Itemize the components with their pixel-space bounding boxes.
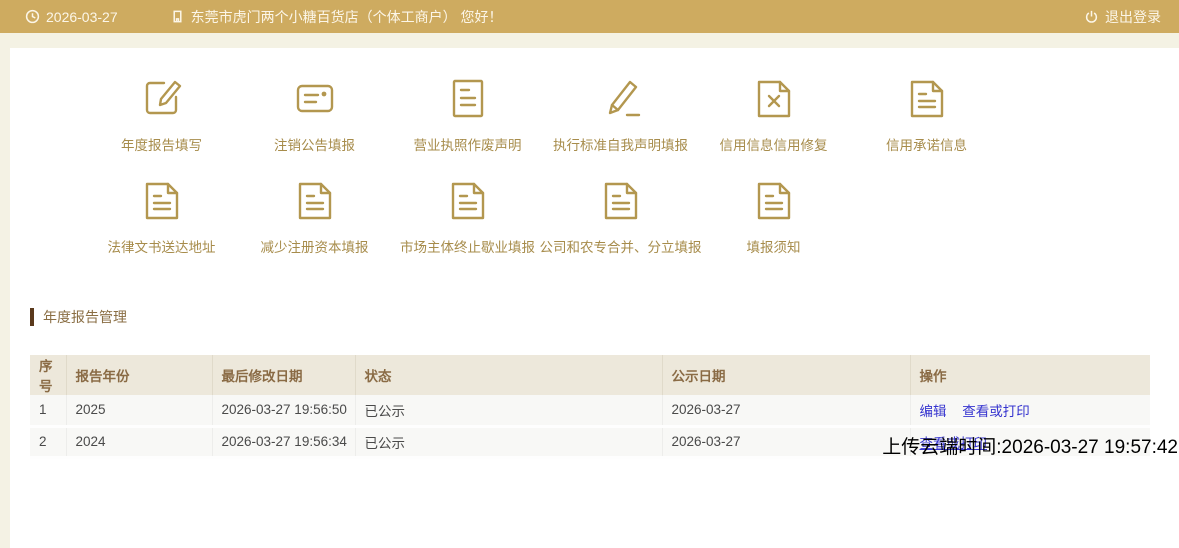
document-fold-lines-icon [903, 74, 951, 122]
menu-item-filing-instructions[interactable]: 填报须知 [697, 176, 850, 256]
menu-item-label: 减少注册资本填报 [260, 240, 369, 255]
menu-item-label: 营业执照作废声明 [413, 138, 522, 153]
document-fold-lines-icon [597, 176, 645, 224]
cell-status: 已公示 [354, 426, 662, 459]
menu-item-label: 信用信息信用修复 [719, 138, 828, 153]
header-seq: 序号 [30, 355, 66, 395]
cell-seq: 2 [30, 426, 66, 459]
company-greeting: 东莞市虎门两个小糖百货店（个体工商户） 您好！ [170, 7, 503, 27]
view-or-print-link[interactable]: 查看或打印 [962, 404, 1030, 419]
cell-last-modified: 2026-03-27 19:56:34 [211, 426, 355, 459]
building-icon [173, 10, 182, 23]
menu-item-label: 注销公告填报 [274, 138, 355, 153]
document-fold-lines-icon [750, 176, 798, 224]
document-x-icon [750, 74, 798, 122]
menu-item-credit-commitment[interactable]: 信用承诺信息 [850, 74, 1003, 154]
menu-item-label: 法律文书送达地址 [107, 240, 216, 255]
header-actions: 操作 [909, 355, 1150, 395]
pencil-icon [597, 74, 645, 122]
header-report-year: 报告年份 [65, 355, 212, 395]
menu-item-standard-self-declaration[interactable]: 执行标准自我声明填报 [544, 74, 697, 154]
menu-item-label: 年度报告填写 [121, 138, 202, 153]
menu-item-label: 执行标准自我声明填报 [553, 138, 688, 153]
menu-item-capital-reduction[interactable]: 减少注册资本填报 [238, 176, 391, 256]
upload-cloud-time-text: 上传云端时间:2026-03-27 19:57:42 [882, 437, 1178, 458]
menu-row-2: 法律文书送达地址 减少注册资本填报 市场主体终止歇业填报 公司和农专合并、分立填… [10, 154, 1179, 256]
logout-button[interactable]: 退出登录 [1084, 7, 1161, 27]
menu-item-merger-division[interactable]: 公司和农专合并、分立填报 [540, 176, 702, 256]
cell-report-year: 2025 [65, 395, 212, 428]
cell-publish-date: 2026-03-27 [661, 426, 910, 459]
top-bar: 2026-03-27 东莞市虎门两个小糖百货店（个体工商户） 您好！ 退出登录 [0, 0, 1179, 33]
announcement-card-icon [291, 74, 339, 122]
menu-item-label: 填报须知 [746, 240, 801, 255]
document-fold-lines-icon [138, 176, 186, 224]
cell-status: 已公示 [354, 395, 662, 428]
clock-icon [25, 9, 40, 24]
logout-label: 退出登录 [1105, 8, 1161, 25]
menu-item-annual-report-fill[interactable]: 年度报告填写 [85, 74, 238, 154]
cell-actions: 编辑 查看或打印 [909, 395, 1150, 428]
menu-item-label: 信用承诺信息 [886, 138, 967, 153]
header-last-modified: 最后修改日期 [211, 355, 355, 395]
header-status: 状态 [354, 355, 662, 395]
document-fold-lines-icon [444, 176, 492, 224]
cell-last-modified: 2026-03-27 19:56:50 [211, 395, 355, 428]
menu-row-1: 年度报告填写 注销公告填报 营业执照作废声明 执行标准自我声明填报 信用信息信用… [10, 48, 1179, 154]
table-row: 1 2025 2026-03-27 19:56:50 已公示 2026-03-2… [30, 395, 1150, 428]
menu-item-label: 公司和农专合并、分立填报 [539, 240, 702, 255]
header-publish-date: 公示日期 [661, 355, 910, 395]
cell-seq: 1 [30, 395, 66, 428]
menu-item-credit-repair[interactable]: 信用信息信用修复 [697, 74, 850, 154]
section-title: 年度报告管理 [30, 308, 1179, 326]
document-fold-lines-icon [291, 176, 339, 224]
menu-item-legal-document-address[interactable]: 法律文书送达地址 [85, 176, 238, 256]
power-icon [1085, 10, 1098, 23]
current-date: 2026-03-27 [25, 9, 118, 25]
section-title-bar [30, 308, 34, 326]
menu-item-license-invalid-declaration[interactable]: 营业执照作废声明 [391, 74, 544, 154]
table-header-row: 序号 报告年份 最后修改日期 状态 公示日期 操作 [30, 355, 1150, 395]
menu-item-cancellation-announcement[interactable]: 注销公告填报 [238, 74, 391, 154]
company-greeting-text: 东莞市虎门两个小糖百货店（个体工商户） 您好！ [190, 8, 503, 25]
cell-report-year: 2024 [65, 426, 212, 459]
current-date-text: 2026-03-27 [46, 8, 118, 25]
section-title-text: 年度报告管理 [43, 309, 127, 325]
menu-item-label: 市场主体终止歇业填报 [400, 240, 535, 255]
menu-item-business-closure[interactable]: 市场主体终止歇业填报 [391, 176, 544, 256]
cell-publish-date: 2026-03-27 [661, 395, 910, 428]
edit-square-icon [138, 74, 186, 122]
edit-link[interactable]: 编辑 [920, 404, 947, 419]
main-panel: 年度报告填写 注销公告填报 营业执照作废声明 执行标准自我声明填报 信用信息信用… [10, 48, 1179, 548]
document-lines-icon [444, 74, 492, 122]
